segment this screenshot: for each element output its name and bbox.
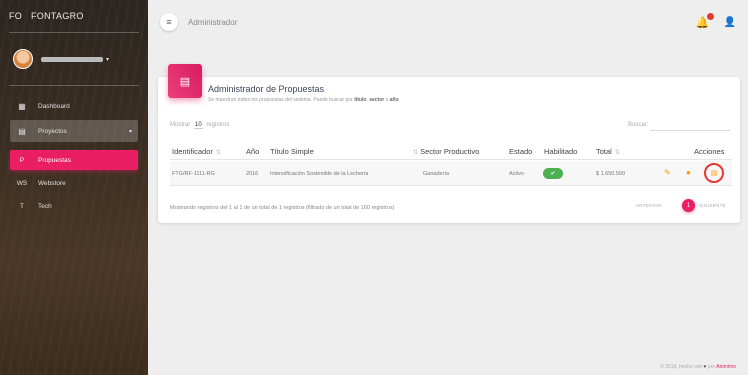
- pager-page-button[interactable]: 1: [682, 199, 695, 212]
- cell-ano: 2016: [246, 171, 259, 177]
- heart-icon: ♥: [703, 364, 707, 370]
- sidebar: FO FONTAGRO ▾ ▦ Dashboard ▤ Proyectos ▾ …: [0, 0, 148, 375]
- chevron-down-icon: ▾: [106, 56, 110, 63]
- chevron-down-icon: ▾: [128, 128, 132, 135]
- copyright-text: © 2019, hecho con: [660, 364, 703, 370]
- sidebar-item-label: Proyectos: [38, 127, 67, 135]
- row-divider: [170, 185, 732, 186]
- cell-estado: Activo: [509, 171, 524, 177]
- topbar-actions: 🔔 👤: [696, 12, 736, 29]
- cell-identificador: FTG/RF-1111-RG: [172, 171, 215, 177]
- notification-badge: [706, 12, 714, 20]
- sidebar-item-mini: WS: [16, 179, 28, 187]
- subtitle-keyword: sector: [369, 97, 385, 103]
- column-header-acciones: Acciones: [694, 147, 724, 156]
- column-label: Año: [246, 147, 260, 156]
- edit-icon[interactable]: ✎: [664, 168, 671, 177]
- column-label: Sector Productivo: [420, 147, 480, 156]
- column-header-habilitado[interactable]: Habilitado: [544, 147, 577, 156]
- copyright: © 2019, hecho con ♥ por Anónimo: [660, 364, 736, 370]
- search-input[interactable]: [650, 130, 730, 131]
- page-title: Administrador: [188, 17, 238, 27]
- column-header-estado[interactable]: Estado: [509, 147, 532, 156]
- location-icon[interactable]: ●: [686, 168, 691, 177]
- menu-icon: ≡: [166, 17, 172, 27]
- column-label: Habilitado: [544, 147, 578, 156]
- column-header-total[interactable]: Total ⇅: [596, 147, 620, 156]
- person-icon: 👤: [723, 16, 736, 28]
- sidebar-item-mini: T: [20, 202, 24, 210]
- cell-total: $ 1.650.500: [596, 171, 626, 177]
- show-label: Mostrar: [170, 122, 191, 128]
- header-divider: [170, 159, 732, 160]
- subtitle-text: Se muestran todos los propuestas del sis…: [208, 97, 353, 103]
- proposals-card: ▤ Administrador de Propuestas Se muestra…: [158, 64, 740, 223]
- table-info: Mostrando registros del 1 al 1 de un tot…: [170, 205, 395, 211]
- sidebar-item-proyectos[interactable]: ▤ Proyectos ▾: [10, 120, 138, 142]
- subtitle-keyword: título: [354, 97, 367, 103]
- search-label: Buscar:: [628, 122, 649, 128]
- dashboard-icon: ▦: [18, 101, 26, 111]
- brand-mini: FO: [9, 11, 23, 21]
- sidebar-item-label: Dashboard: [38, 102, 70, 110]
- sort-icon: ⇅: [614, 150, 620, 156]
- sidebar-item-propuestas[interactable]: P Propuestas: [10, 150, 138, 170]
- page-length-select[interactable]: 10: [194, 122, 203, 129]
- column-header-titulo[interactable]: Título Simple: [270, 147, 314, 156]
- pager-prev-button[interactable]: ANTERIOR: [636, 203, 662, 208]
- sidebar-item-label: Tech: [38, 202, 52, 210]
- enabled-toggle[interactable]: ✔: [543, 168, 563, 179]
- sort-icon: ⇅: [413, 150, 419, 156]
- notifications-button[interactable]: 🔔: [696, 12, 714, 29]
- subtitle-keyword: año: [389, 97, 399, 103]
- topbar: ≡ Administrador 🔔 👤: [148, 0, 748, 44]
- card-subtitle: Se muestran todos los propuestas del sis…: [208, 97, 399, 103]
- column-label: Acciones: [694, 147, 725, 156]
- column-header-identificador[interactable]: Identificador ⇅: [172, 147, 221, 156]
- brand-name: FONTAGRO: [31, 11, 84, 21]
- sidebar-item-label: Webstore: [38, 179, 66, 187]
- sidebar-item-mini: P: [19, 156, 25, 164]
- user-name: ▾: [41, 56, 109, 63]
- pager-next-button[interactable]: SIGUIENTE: [699, 203, 726, 208]
- cell-titulo: Intensificación Sostenible de la Lecherí…: [270, 171, 369, 177]
- sidebar-item-dashboard[interactable]: ▦ Dashboard: [10, 95, 138, 117]
- profile-button[interactable]: 👤: [724, 17, 736, 28]
- document-button[interactable]: ▤: [704, 163, 724, 183]
- page-length-control: Mostrar 10 registros: [170, 122, 230, 129]
- sidebar-item-label: Propuestas: [38, 156, 71, 164]
- projects-icon: ▤: [18, 126, 26, 136]
- card-title: Administrador de Propuestas: [208, 84, 325, 94]
- document-icon: ▤: [710, 170, 718, 177]
- sidebar-item-tech[interactable]: T Tech: [10, 196, 138, 216]
- column-header-sector[interactable]: ⇅ Sector Productivo: [410, 147, 479, 156]
- menu-toggle-button[interactable]: ≡: [160, 13, 178, 31]
- column-label: Estado: [509, 147, 533, 156]
- brand[interactable]: FO FONTAGRO: [0, 0, 148, 32]
- copyright-link[interactable]: Anónimo: [716, 364, 736, 370]
- user-name-redacted: [41, 56, 103, 62]
- copyright-by: por: [707, 364, 716, 370]
- avatar: [13, 49, 33, 69]
- sidebar-item-webstore[interactable]: WS Webstore: [10, 173, 138, 193]
- column-label: Identificador: [172, 147, 213, 156]
- subtitle-or: o: [385, 97, 389, 103]
- clipboard-icon: ▤: [168, 64, 202, 98]
- subtitle-sep: ,: [366, 97, 368, 103]
- sort-icon: ⇅: [215, 150, 221, 156]
- column-header-ano[interactable]: Año: [246, 147, 259, 156]
- cell-sector: Ganadería: [423, 171, 449, 177]
- show-suffix: registros: [206, 122, 230, 128]
- column-label: Total: [596, 147, 612, 156]
- user-menu[interactable]: ▾: [0, 33, 148, 85]
- column-label: Título Simple: [270, 147, 314, 156]
